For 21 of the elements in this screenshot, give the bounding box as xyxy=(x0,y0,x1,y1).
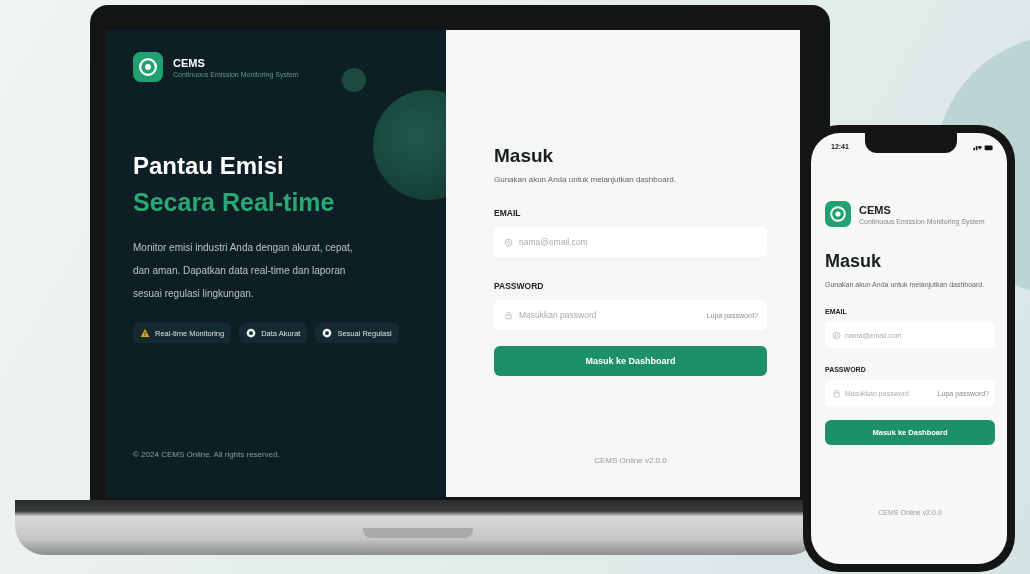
logo-icon xyxy=(825,201,851,227)
brand-name: CEMS xyxy=(859,203,892,216)
logo-icon xyxy=(133,52,163,82)
headline-accent: Secara Real-time xyxy=(133,187,336,218)
badge-icon xyxy=(246,328,257,338)
warning-icon xyxy=(140,328,150,338)
field-label: PASSWORD xyxy=(494,281,545,291)
brand-name: CEMS xyxy=(173,56,206,69)
badge-icon xyxy=(322,328,333,338)
version-text: CEMS Online v2.0.0 xyxy=(593,456,668,465)
login-title: Masuk xyxy=(494,145,555,167)
field-label: EMAIL xyxy=(494,208,522,218)
copyright-text: © 2024 CEMS Online. All rights reserved. xyxy=(133,450,281,459)
description: Monitor emisi industri Anda dengan akurat, cepat, dan aman. Dapatkan data real-time dan laporan sesuai regulasi lingkungan. xyxy=(133,241,354,301)
login-subtitle: Gunakan akun Anda untuk melanjutkan dashboard. xyxy=(494,175,677,184)
headline: Pantau Emisi xyxy=(133,151,285,181)
login-title: Masuk xyxy=(825,251,883,272)
decor-circle xyxy=(342,68,366,92)
email-field[interactable]: nama@email.com xyxy=(494,227,767,257)
submit-button[interactable]: Masuk ke Dashboard xyxy=(494,346,767,376)
status-icons xyxy=(973,143,993,151)
